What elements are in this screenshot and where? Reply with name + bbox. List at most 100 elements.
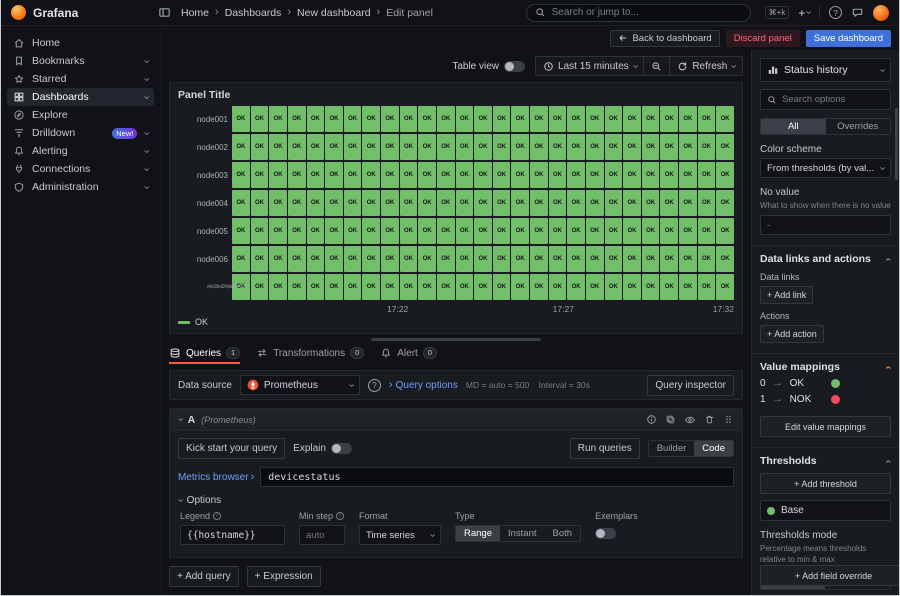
legend-label: OK	[195, 317, 208, 327]
exemplars-toggle[interactable]	[595, 528, 616, 539]
edit-value-mappings-button[interactable]: Edit value mappings	[760, 416, 891, 437]
status-cell: OK	[400, 218, 418, 244]
status-cell: OK	[418, 162, 436, 188]
visualization-picker[interactable]: Status history	[760, 58, 891, 82]
chevron-down-icon[interactable]	[144, 182, 148, 193]
add-expression-button[interactable]: + Expression	[247, 566, 321, 587]
type-instant-option[interactable]: Instant	[500, 526, 545, 541]
chevron-down-icon[interactable]	[144, 92, 148, 103]
explain-toggle[interactable]	[331, 443, 352, 454]
tab-all[interactable]: All	[761, 119, 826, 134]
sidebar-item-drilldown[interactable]: Drilldown New!	[7, 124, 154, 142]
panel-edit-main: Table view Last 15 minutes	[161, 50, 751, 595]
thresholds-section-header[interactable]: Thresholds	[760, 455, 891, 467]
duplicate-icon[interactable]	[665, 414, 676, 425]
datasource-picker[interactable]: Prometheus	[240, 375, 360, 395]
grafana-logo-icon[interactable]	[11, 5, 26, 20]
sidebar-item-bookmarks[interactable]: Bookmarks	[7, 52, 154, 70]
status-cell: OK	[418, 190, 436, 216]
add-action-button[interactable]: + Add action	[760, 325, 824, 343]
datasource-help-icon[interactable]	[368, 379, 381, 392]
add-link-button[interactable]: + Add link	[760, 286, 813, 304]
time-range-picker[interactable]: Last 15 minutes	[535, 56, 644, 76]
breadcrumb-home[interactable]: Home	[181, 7, 209, 19]
options-search-input[interactable]	[782, 94, 884, 105]
breadcrumb-new-dashboard[interactable]: New dashboard	[297, 7, 371, 19]
chevron-down-icon[interactable]	[144, 128, 148, 139]
kick-start-query-button[interactable]: Kick start your query	[178, 438, 285, 459]
search-input[interactable]	[552, 7, 742, 18]
status-grid: node001OKOKOKOKOKOKOKOKOKOKOKOKOKOKOKOKO…	[178, 106, 734, 304]
sidebar-item-dashboards[interactable]: Dashboards	[7, 88, 154, 106]
sidebar-item-starred[interactable]: Starred	[7, 70, 154, 88]
builder-option[interactable]: Builder	[649, 441, 695, 456]
query-inspector-button[interactable]: Query inspector	[647, 375, 734, 396]
breadcrumb-dashboards[interactable]: Dashboards	[225, 7, 282, 19]
status-cell: OK	[679, 190, 697, 216]
sidebar-item-home[interactable]: Home	[7, 34, 154, 52]
drag-handle-icon[interactable]	[723, 414, 734, 425]
legend-input[interactable]	[180, 525, 285, 545]
status-cell: OK	[530, 106, 548, 132]
metrics-browser-link[interactable]: Metrics browser	[178, 472, 254, 483]
query-options-collapse[interactable]: Options	[170, 491, 742, 508]
global-search[interactable]	[526, 4, 751, 22]
back-to-dashboard-button[interactable]: Back to dashboard	[610, 30, 719, 47]
chevron-down-icon[interactable]	[144, 164, 148, 175]
code-option[interactable]: Code	[694, 441, 733, 456]
save-dashboard-button[interactable]: Save dashboard	[806, 30, 891, 47]
sidebar-item-connections[interactable]: Connections	[7, 160, 154, 178]
eye-icon[interactable]	[684, 414, 696, 426]
base-threshold-row[interactable]: Base	[760, 500, 891, 521]
format-select[interactable]: Time series	[359, 525, 441, 545]
status-cell: OK	[456, 274, 474, 300]
data-links-section-header[interactable]: Data links and actions	[760, 253, 891, 265]
chevron-down-icon[interactable]	[144, 56, 148, 67]
no-value-input[interactable]	[760, 215, 891, 235]
sidebar-item-alerting[interactable]: Alerting	[7, 142, 154, 160]
user-avatar[interactable]	[873, 5, 889, 21]
add-query-button[interactable]: + Add query	[169, 566, 239, 587]
collapse-query-icon[interactable]	[178, 414, 182, 425]
sidebar-item-explore[interactable]: Explore	[7, 106, 154, 124]
no-value-label: No value	[760, 187, 891, 198]
promql-expression-input[interactable]	[260, 467, 734, 487]
query-options-toggle[interactable]: Query options	[389, 380, 458, 391]
sidebar-toggle-icon[interactable]	[158, 6, 171, 19]
pane-splitter[interactable]	[169, 334, 743, 344]
row-label: node005	[178, 227, 228, 236]
tab-alert[interactable]: Alert 0	[380, 344, 437, 364]
query-options-body: Legend Min step Format Time series	[170, 508, 742, 557]
status-cell: OK	[493, 246, 511, 272]
discard-panel-button[interactable]: Discard panel	[726, 30, 800, 47]
sidebar-item-administration[interactable]: Administration	[7, 178, 154, 196]
color-scheme-select[interactable]: From thresholds (by val...	[760, 158, 891, 178]
trash-icon[interactable]	[704, 414, 715, 425]
new-menu-button[interactable]: +	[798, 6, 810, 20]
tab-transformations[interactable]: Transformations 0	[256, 344, 364, 364]
chevron-down-icon[interactable]	[144, 74, 148, 85]
zoom-out-time-button[interactable]	[643, 56, 670, 76]
type-both-option[interactable]: Both	[545, 526, 581, 541]
panel-legend[interactable]: OK	[178, 317, 734, 327]
refresh-button[interactable]: Refresh	[669, 56, 743, 76]
chevron-down-icon[interactable]	[144, 146, 148, 157]
info-circle-icon[interactable]	[646, 414, 657, 425]
min-step-input[interactable]	[299, 525, 345, 545]
chat-icon[interactable]	[851, 6, 864, 19]
run-queries-button[interactable]: Run queries	[570, 438, 640, 459]
add-field-override-button[interactable]: + Add field override	[760, 565, 899, 586]
breadcrumb-separator-icon	[377, 7, 381, 18]
tab-queries[interactable]: Queries 1	[169, 344, 240, 364]
alert-count-badge: 0	[423, 347, 437, 359]
options-search[interactable]	[760, 89, 891, 110]
add-threshold-button[interactable]: + Add threshold	[760, 473, 891, 494]
help-icon[interactable]	[829, 6, 842, 19]
table-view-toggle[interactable]	[504, 61, 525, 72]
threshold-color-dot[interactable]	[767, 507, 775, 515]
tab-overrides[interactable]: Overrides	[826, 119, 891, 134]
options-scrollbar[interactable]	[895, 108, 898, 180]
status-cell: OK	[530, 162, 548, 188]
type-range-option[interactable]: Range	[456, 526, 500, 541]
value-mappings-section-header[interactable]: Value mappings	[760, 361, 891, 373]
